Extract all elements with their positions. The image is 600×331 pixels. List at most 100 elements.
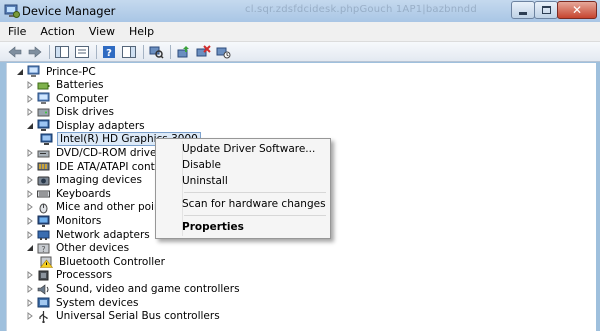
context-menu-scan-hardware[interactable]: Scan for hardware changes [182, 196, 326, 212]
tree-item-label: Monitors [56, 215, 102, 227]
tree-item-label: Display adapters [56, 119, 145, 132]
close-button[interactable]: ✕ [557, 1, 597, 19]
menu-bar: File Action View Help [0, 22, 600, 42]
tree-item-label: Universal Serial Bus controllers [56, 310, 220, 323]
svg-text:?: ? [41, 245, 45, 254]
collapse-arrow-icon[interactable] [15, 67, 24, 76]
expand-arrow-icon[interactable] [25, 108, 34, 117]
update-driver-button[interactable] [174, 44, 192, 60]
tree-item-label: Batteries [56, 79, 104, 91]
show-hide-action-pane-button[interactable] [120, 44, 138, 60]
expand-arrow-icon[interactable] [25, 149, 34, 158]
help-icon: ? [103, 45, 115, 59]
maximize-button[interactable] [534, 1, 558, 19]
context-menu-separator [184, 192, 326, 193]
warning-device-icon [40, 256, 53, 269]
scan-hardware-button[interactable] [147, 44, 165, 60]
tree-item-monitors[interactable]: Monitors [25, 215, 103, 228]
forward-button[interactable] [26, 44, 44, 60]
context-menu-disable[interactable]: Disable [182, 157, 221, 173]
tree-item-label: Bluetooth Controller [59, 255, 165, 268]
disk-drive-icon [37, 108, 50, 117]
collapse-arrow-icon[interactable] [25, 244, 34, 253]
expand-arrow-icon[interactable] [25, 271, 34, 280]
tree-item-dvd-cd-rom-drives[interactable]: DVD/CD-ROM drives [25, 147, 164, 160]
disable-button[interactable] [214, 44, 232, 60]
unknown-device-icon: ? [37, 243, 50, 254]
expand-arrow-icon[interactable] [25, 203, 34, 212]
expand-arrow-icon[interactable] [25, 81, 34, 90]
title-bar[interactable]: Device Manager cl.sqr.zdsfdcidesk.phpGou… [0, 0, 600, 22]
computer-icon [27, 65, 40, 77]
tree-item-other-devices[interactable]: ? Other devices [25, 242, 131, 255]
show-hide-console-tree-icon [55, 45, 69, 58]
tree-item-network-adapters[interactable]: Network adapters [25, 228, 152, 241]
processor-icon [38, 270, 49, 281]
minimize-icon [519, 11, 527, 15]
toolbar: ? [0, 42, 600, 62]
show-hide-action-pane-icon [122, 45, 136, 58]
context-menu-uninstall[interactable]: Uninstall [182, 173, 228, 189]
expand-arrow-icon[interactable] [25, 162, 34, 171]
mouse-icon [39, 203, 48, 214]
device-manager-icon [4, 4, 20, 18]
toolbar-separator [143, 44, 144, 59]
properties-button[interactable] [73, 44, 91, 60]
keyboard-icon [37, 190, 50, 198]
tree-item-label: Imaging devices [56, 174, 142, 187]
tree-item-system-devices[interactable]: System devices [25, 296, 140, 309]
uninstall-button[interactable] [194, 44, 212, 60]
show-hide-console-tree-button[interactable] [53, 44, 71, 60]
help-button[interactable]: ? [100, 44, 118, 60]
window-controls: ✕ [511, 1, 597, 19]
tree-item-sound-video-and-game-controllers[interactable]: Sound, video and game controllers [25, 283, 242, 296]
expand-arrow-icon[interactable] [25, 189, 34, 198]
disable-icon [216, 47, 230, 58]
tree-item-label: Network adapters [56, 228, 150, 241]
tree-item-bluetooth-controller[interactable]: Bluetooth Controller [40, 255, 167, 269]
tree-item-computer[interactable]: Computer [25, 92, 110, 105]
tree-item-processors[interactable]: Processors [25, 269, 114, 282]
tree-item-imaging-devices[interactable]: Imaging devices [25, 174, 144, 187]
expand-arrow-icon[interactable] [25, 312, 34, 321]
toolbar-separator [170, 44, 171, 59]
maximize-icon [541, 6, 551, 14]
tree-root[interactable]: Prince-PC [15, 65, 98, 78]
tree-item-label: Keyboards [56, 187, 111, 200]
tree-item-keyboards[interactable]: Keyboards [25, 187, 113, 200]
tree-item-disk-drives[interactable]: Disk drives [25, 106, 116, 119]
context-menu-update-driver[interactable]: Update Driver Software... [182, 141, 315, 157]
tree-item-label: Computer [56, 92, 109, 105]
usb-icon [39, 310, 48, 323]
system-device-icon [37, 297, 50, 308]
expand-arrow-icon[interactable] [25, 217, 34, 226]
context-menu-properties[interactable]: Properties [182, 219, 244, 235]
tree-item-label: Disk drives [56, 106, 114, 119]
expand-arrow-icon[interactable] [25, 285, 34, 294]
minimize-button[interactable] [511, 1, 535, 19]
sound-icon [37, 283, 49, 295]
expand-arrow-icon[interactable] [25, 230, 34, 239]
context-menu: Update Driver Software... Disable Uninst… [155, 138, 331, 239]
toolbar-separator [49, 44, 50, 59]
tree-item-universal-serial-bus-controllers[interactable]: Universal Serial Bus controllers [25, 310, 222, 323]
toolbar-separator [96, 44, 97, 59]
back-button[interactable] [6, 44, 24, 60]
menu-action[interactable]: Action [40, 25, 74, 38]
collapse-arrow-icon[interactable] [25, 121, 34, 130]
monitor-icon [37, 215, 50, 227]
menu-view[interactable]: View [89, 25, 115, 38]
tree-item-label: DVD/CD-ROM drives [56, 147, 162, 159]
tree-item-batteries[interactable]: Batteries [25, 79, 106, 92]
menu-file[interactable]: File [8, 25, 26, 38]
expand-arrow-icon[interactable] [25, 298, 34, 307]
menu-help[interactable]: Help [129, 25, 154, 38]
expand-arrow-icon[interactable] [25, 176, 34, 185]
update-driver-icon [177, 45, 189, 57]
forward-icon [28, 45, 42, 58]
expand-arrow-icon[interactable] [25, 94, 34, 103]
tree-item-label: Sound, video and game controllers [56, 283, 240, 295]
tree-item-display-adapters[interactable]: Display adapters [25, 119, 147, 132]
tree-item-label: System devices [56, 296, 139, 309]
display-adapter-icon [40, 133, 53, 145]
